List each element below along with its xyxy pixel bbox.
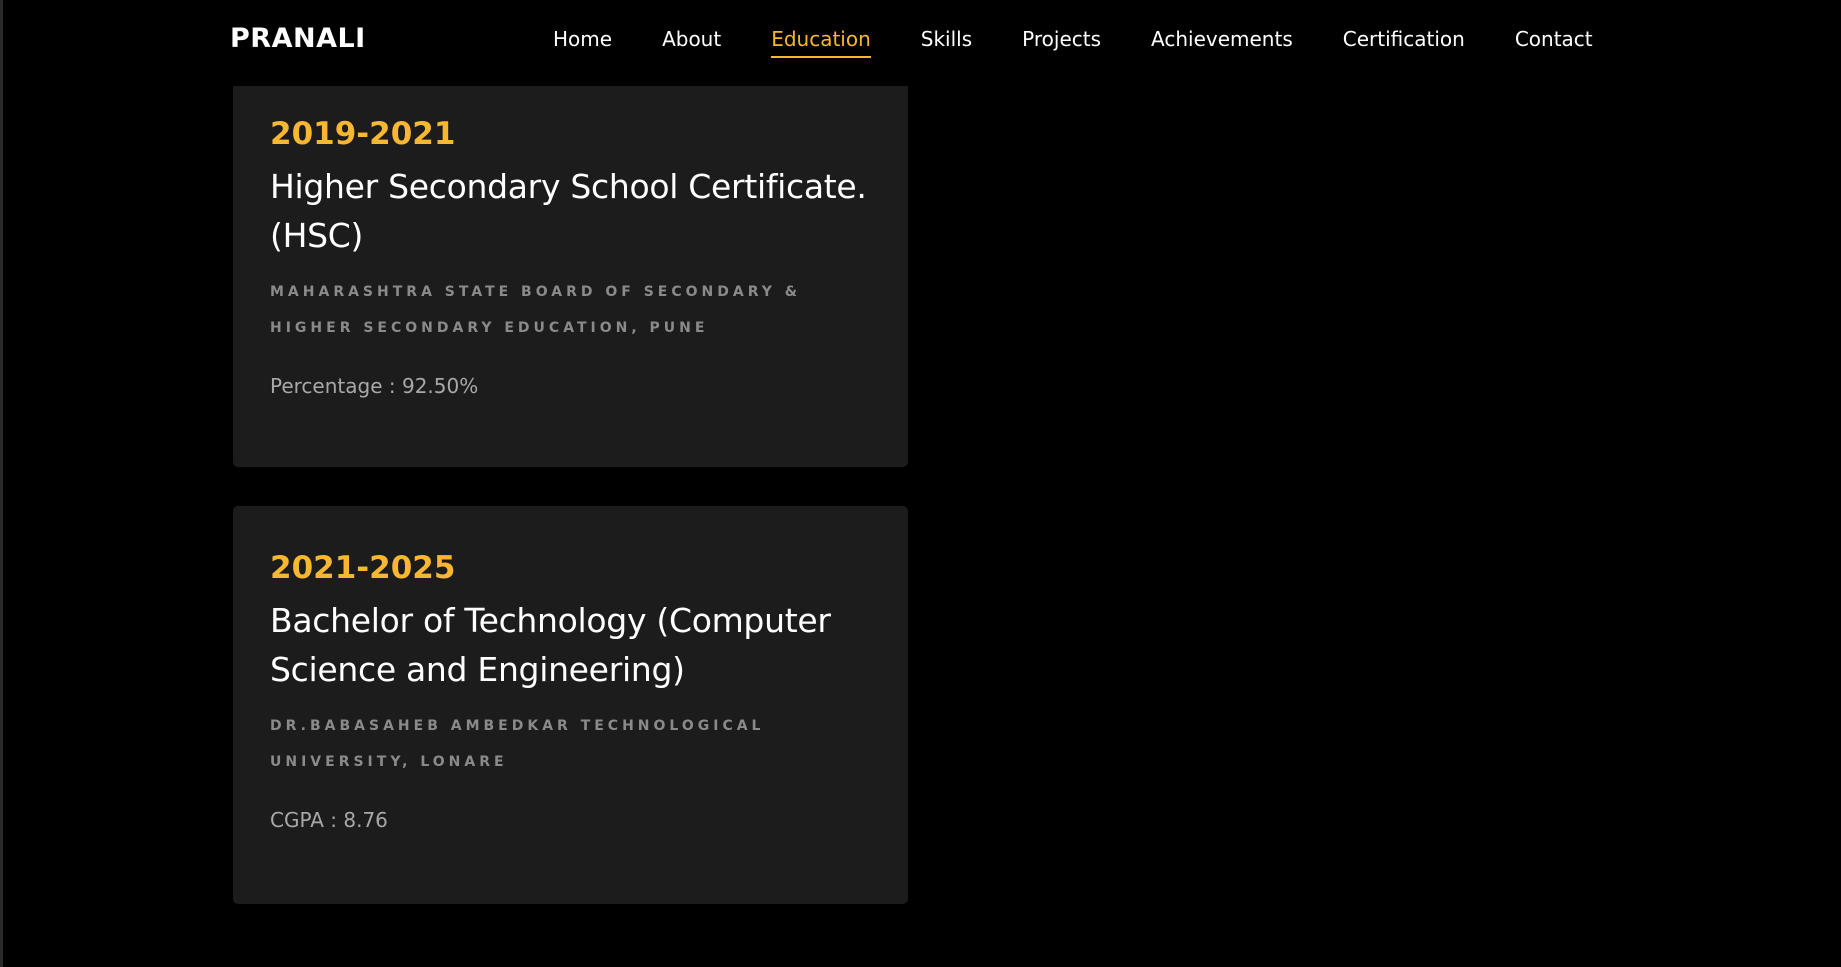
brand-logo[interactable]: PRANALI [230, 22, 366, 56]
nav-link-education[interactable]: Education [771, 24, 871, 58]
education-card-hsc: 2019-2021 Higher Secondary School Certif… [233, 80, 908, 467]
education-year: 2019-2021 [270, 116, 456, 152]
nav-link-skills[interactable]: Skills [921, 24, 972, 58]
nav-menu: Home About Education Skills Projects Ach… [553, 24, 1593, 58]
nav-link-projects[interactable]: Projects [1022, 24, 1101, 58]
nav-link-certification[interactable]: Certification [1343, 24, 1465, 58]
nav-link-contact[interactable]: Contact [1515, 24, 1593, 58]
nav-link-home[interactable]: Home [553, 24, 612, 58]
navbar: PRANALI Home About Education Skills Proj… [3, 0, 1841, 86]
education-institution: DR.BABASAHEB AMBEDKAR TECHNOLOGICAL UNIV… [270, 718, 765, 770]
nav-link-achievements[interactable]: Achievements [1151, 24, 1293, 58]
education-degree: Bachelor of Technology (Computer Science… [270, 601, 831, 689]
nav-link-about[interactable]: About [662, 24, 721, 58]
education-institution: MAHARASHTRA STATE BOARD OF SECONDARY & H… [270, 284, 801, 336]
education-score: CGPA : 8.76 [270, 808, 388, 832]
education-card-btech: 2021-2025 Bachelor of Technology (Comput… [233, 506, 908, 904]
education-degree: Higher Secondary School Certificate. (HS… [270, 167, 867, 255]
education-score: Percentage : 92.50% [270, 374, 479, 398]
page: PRANALI Home About Education Skills Proj… [0, 0, 1841, 967]
education-year: 2021-2025 [270, 550, 456, 586]
